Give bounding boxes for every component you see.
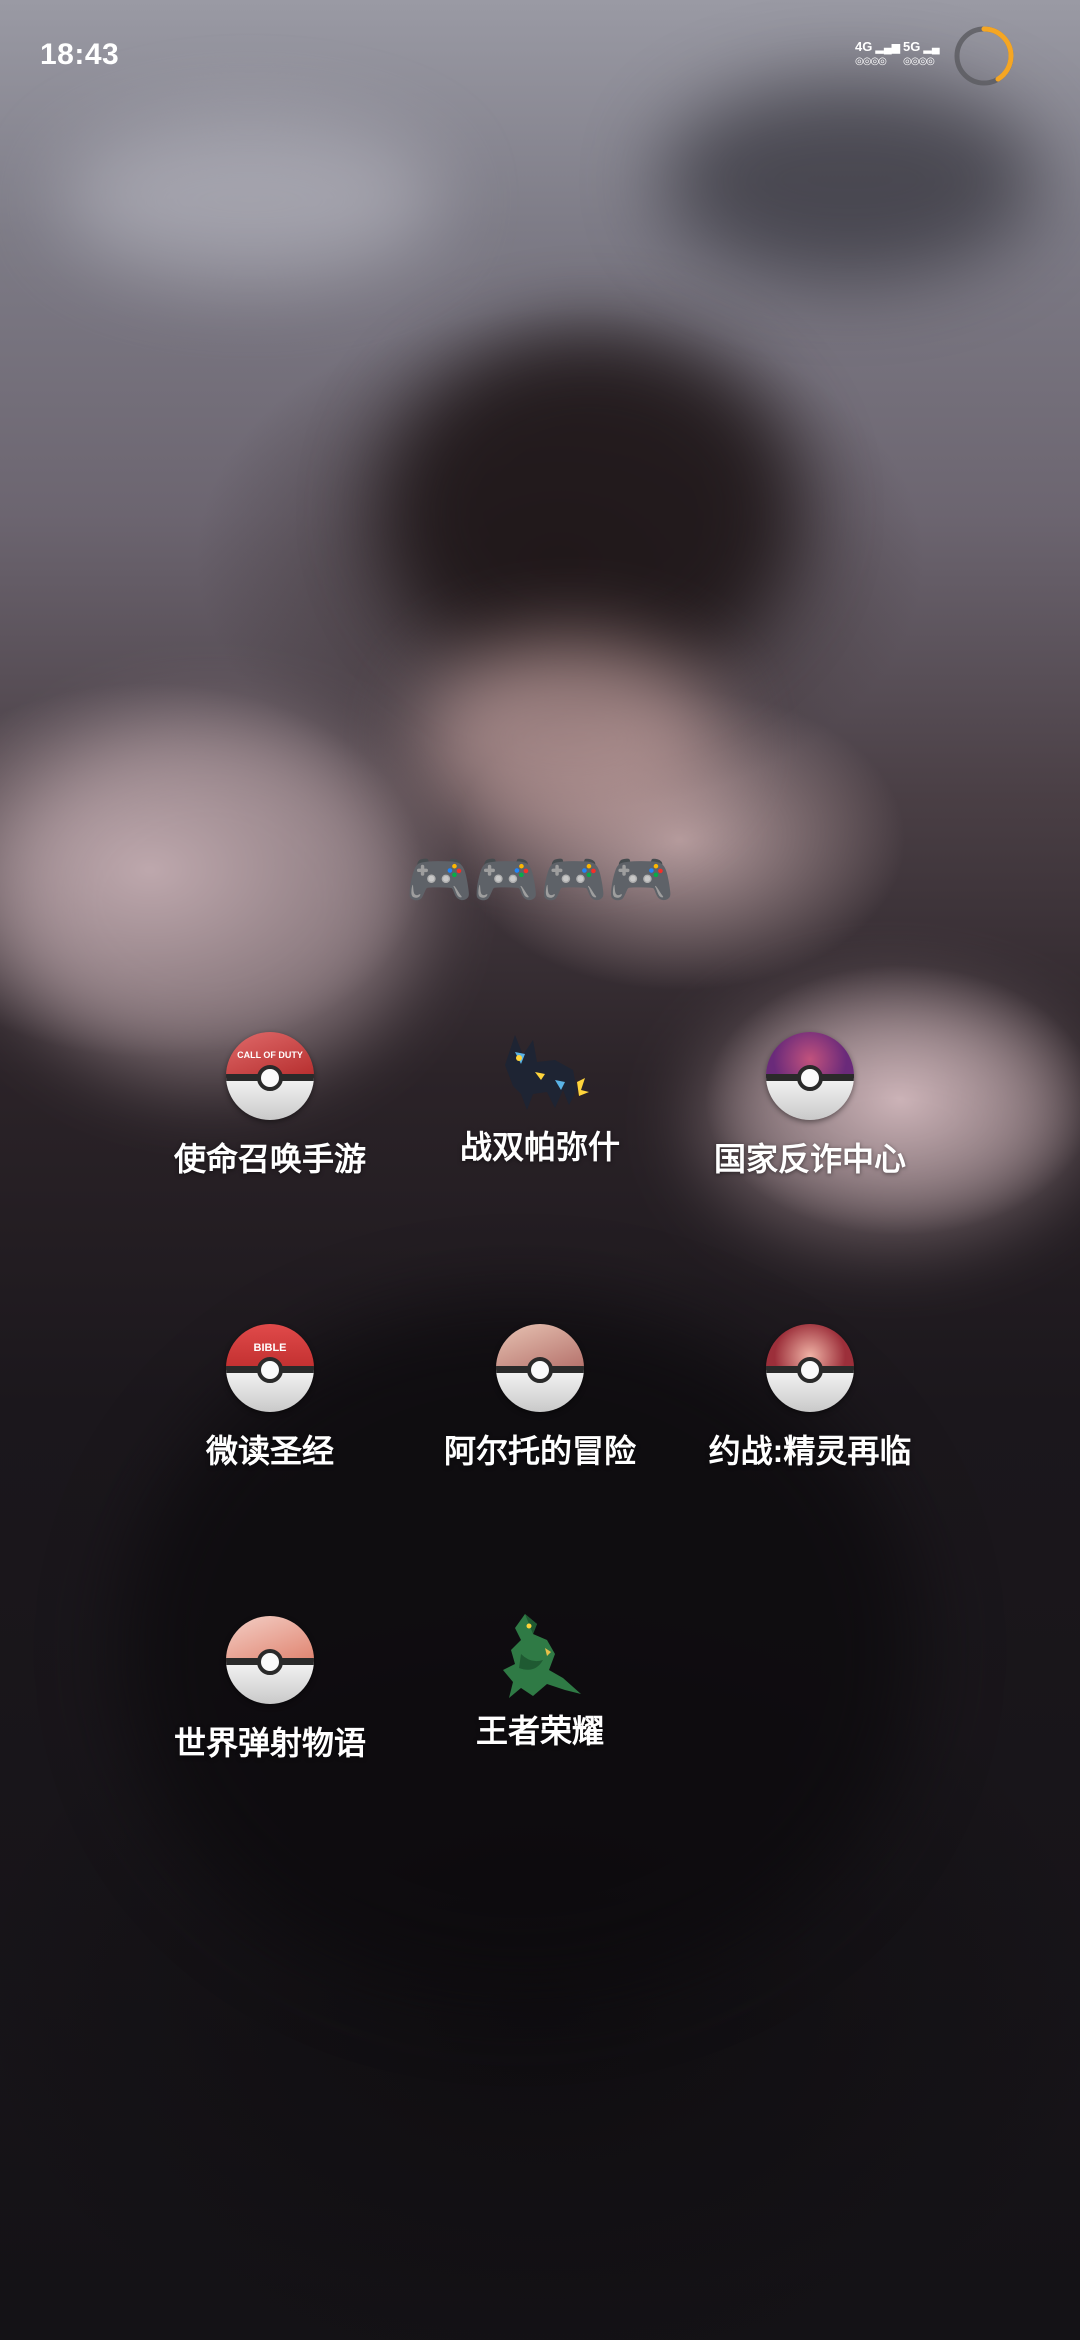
battery-ring-icon [954, 26, 1014, 86]
clock: 18:43 [40, 38, 120, 71]
call-of-duty-pokeball-icon: CALL OF DUTY [226, 1032, 314, 1120]
date-a-live-pokeball-icon [766, 1324, 854, 1412]
app-label: 阿尔托的冒险 [443, 1433, 636, 1469]
app-call-of-duty[interactable]: CALL OF DUTY 使命召唤手游 [135, 1032, 405, 1180]
app-honor-of-kings[interactable]: 王者荣耀 [405, 1604, 675, 1752]
world-flipper-pokeball-icon [226, 1616, 314, 1704]
app-label: 使命召唤手游 [173, 1141, 366, 1177]
app-world-flipper[interactable]: 世界弹射物语 [135, 1616, 405, 1764]
anti-fraud-center-pokeball-icon [766, 1032, 854, 1120]
folder-title[interactable]: 🎮🎮🎮🎮 [0, 845, 1080, 915]
app-punishing-gray-raven[interactable]: 战双帕弥什 [405, 1020, 675, 1168]
status-bar: 18:43 4G ▂▄▆ ◎◎◎◎ 5G ▂▄ ◎◎◎◎ [0, 0, 1080, 110]
app-altos-adventure[interactable]: 阿尔托的冒险 [405, 1324, 675, 1472]
app-label: 微读圣经 [205, 1433, 334, 1469]
app-label: 世界弹射物语 [173, 1725, 366, 1761]
luxray-pokemon-icon [505, 1035, 589, 1110]
app-label: 约战:精灵再临 [708, 1433, 912, 1469]
signal-indicators: 4G ▂▄▆ ◎◎◎◎ 5G ▂▄ ◎◎◎◎ [855, 40, 945, 74]
sim1-signal-icon: 4G ▂▄▆ ◎◎◎◎ [855, 39, 901, 68]
bible-pokeball-icon: BIBLE [226, 1324, 314, 1412]
app-bible-reader[interactable]: BIBLE 微读圣经 [135, 1324, 405, 1472]
app-anti-fraud-center[interactable]: 国家反诈中心 [675, 1032, 945, 1180]
sim2-signal-icon: 5G ▂▄ ◎◎◎◎ [903, 39, 940, 68]
rayquaza-pokemon-icon [503, 1614, 581, 1698]
altos-adventure-pokeball-icon [496, 1324, 584, 1412]
app-label: 国家反诈中心 [713, 1141, 906, 1177]
app-label: 战双帕弥什 [459, 1129, 620, 1165]
app-label: 王者荣耀 [475, 1713, 604, 1749]
app-date-a-live[interactable]: 约战:精灵再临 [675, 1324, 945, 1472]
